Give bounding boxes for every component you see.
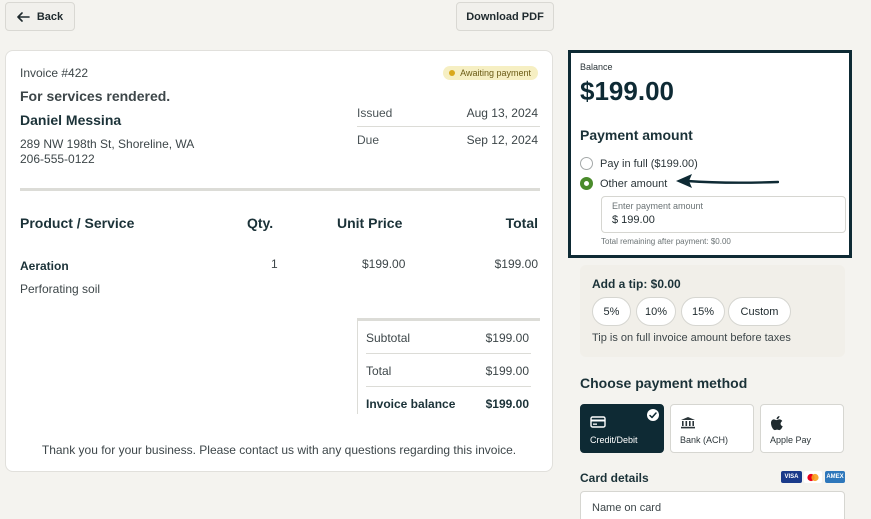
tip-10-button[interactable]: 10% [636,297,676,326]
thank-you-note: Thank you for your business. Please cont… [41,443,517,457]
tip-15-button[interactable]: 15% [681,297,725,326]
due-label: Due [357,133,380,147]
item-unit-price: $199.00 [362,257,406,271]
header-divider [20,188,540,191]
status-badge: Awaiting payment [443,66,538,80]
credit-debit-label: Credit/Debit [590,435,638,445]
arrow-left-icon [17,11,30,22]
apple-icon [771,416,783,431]
column-header-unit-price: Unit Price [337,215,403,231]
item-name: Aeration [20,259,69,273]
other-amount-option[interactable]: Other amount [580,177,667,190]
other-amount-label: Other amount [600,177,668,190]
client-name: Daniel Messina [20,112,122,128]
status-dot-icon [449,70,456,76]
divider [366,353,531,354]
pay-in-full-label: Pay in full ($199.00) [600,157,698,170]
status-text: Awaiting payment [460,68,531,78]
bank-ach-method[interactable]: Bank (ACH) [670,404,754,453]
apple-pay-method[interactable]: Apple Pay [760,404,844,453]
due-date: Sep 12, 2024 [466,133,538,147]
invoice-card: Invoice #422 Awaiting payment For servic… [5,50,553,472]
invoice-subtitle: For services rendered. [20,88,171,104]
pay-in-full-radio[interactable] [580,157,593,170]
divider [357,126,540,127]
client-address: 289 NW 198th St, Shoreline, WA [20,137,195,151]
item-description: Perforating soil [20,282,101,296]
column-header-qty: Qty. [247,215,274,231]
issued-date: Aug 13, 2024 [466,106,538,120]
payment-amount-label: Enter payment amount [612,201,704,211]
credit-debit-method[interactable]: Credit/Debit [580,404,664,453]
balance-label: Balance [580,62,613,72]
divider [366,386,531,387]
remaining-note: Total remaining after payment: $0.00 [601,237,731,246]
column-header-product: Product / Service [20,215,135,231]
payment-amount-panel: Balance $199.00 Payment amount Pay in fu… [568,50,852,258]
selected-check-icon [647,409,659,421]
payment-amount-field[interactable]: Enter payment amount $ 199.00 [601,196,846,233]
apple-pay-label: Apple Pay [770,435,812,445]
mastercard-icon [804,471,822,483]
total-value: $199.00 [485,364,529,378]
invoice-number: Invoice #422 [20,66,89,80]
tip-custom-button[interactable]: Custom [728,297,791,326]
tip-note: Tip is on full invoice amount before tax… [592,332,791,344]
payment-amount-input[interactable]: $ 199.00 [612,214,655,226]
summary-left-border [357,319,358,414]
visa-icon: VISA [781,471,802,483]
payment-amount-heading: Payment amount [580,127,693,143]
other-amount-radio[interactable] [580,177,593,190]
subtotal-label: Subtotal [366,331,411,345]
back-button[interactable]: Back [5,2,75,31]
amex-icon: AMEX [825,471,845,483]
back-label: Back [36,10,64,23]
name-on-card-field[interactable] [580,491,845,519]
tip-panel: Add a tip: $0.00 5% 10% 15% Custom Tip i… [580,265,845,357]
item-qty: 1 [271,257,278,271]
tip-heading: Add a tip: $0.00 [592,277,681,291]
download-pdf-button[interactable]: Download PDF [456,2,554,31]
tip-5-button[interactable]: 5% [592,297,631,326]
invoice-balance-value: $199.00 [485,397,529,411]
total-label: Total [366,364,392,378]
credit-card-icon [590,416,606,428]
summary-divider [357,318,540,321]
bank-icon [681,417,695,429]
payment-method-heading: Choose payment method [580,375,748,391]
pointer-arrow-icon [676,174,779,188]
pay-in-full-option[interactable]: Pay in full ($199.00) [580,157,698,170]
item-total: $199.00 [494,257,538,271]
card-details-heading: Card details [580,471,649,485]
bank-ach-label: Bank (ACH) [680,435,729,445]
client-phone: 206-555-0122 [20,152,95,166]
subtotal-value: $199.00 [485,331,529,345]
balance-value: $199.00 [580,76,674,106]
issued-label: Issued [357,106,393,120]
column-header-total: Total [505,215,538,231]
invoice-balance-label: Invoice balance [366,397,456,411]
name-on-card-input[interactable] [592,502,832,514]
